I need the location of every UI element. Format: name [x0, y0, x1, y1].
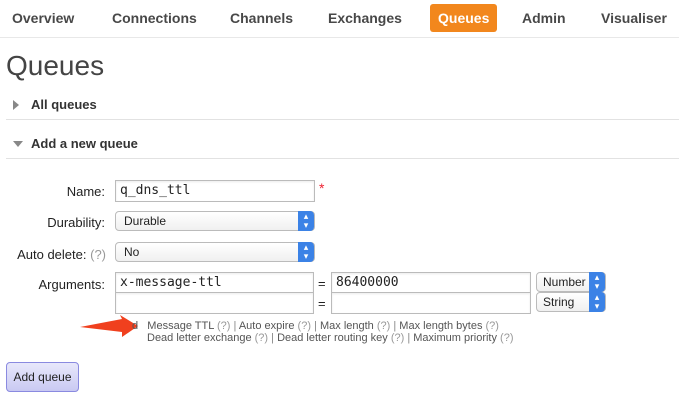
- section-add-queue[interactable]: Add a new queue: [6, 129, 679, 159]
- tab-queues[interactable]: Queues: [430, 4, 498, 32]
- top-navigation: Overview Connections Channels Exchanges …: [0, 0, 679, 38]
- hint-auto-expire[interactable]: Auto expire: [239, 320, 295, 332]
- hint-dead-letter-exchange[interactable]: Dead letter exchange: [147, 332, 252, 344]
- help-icon[interactable]: (?): [391, 332, 404, 344]
- tab-channels[interactable]: Channels: [230, 4, 293, 32]
- argument-value-input[interactable]: 86400000: [331, 272, 531, 294]
- name-label: Name:: [66, 184, 105, 199]
- argument-type-value: Number: [543, 275, 586, 289]
- select-arrows-icon: ▴ ▾: [589, 272, 605, 292]
- hint-message-ttl[interactable]: Message TTL: [147, 320, 214, 332]
- argument-type-value: String: [543, 295, 575, 309]
- arguments-label: Arguments:: [38, 277, 105, 292]
- durability-select[interactable]: Durable ▴ ▾: [115, 211, 315, 231]
- section-title: All queues: [31, 97, 97, 112]
- argument-hints-line-1: d Message TTL (?) | Auto expire (?) | Ma…: [132, 320, 499, 332]
- add-queue-button[interactable]: Add queue: [6, 362, 79, 392]
- hint-max-length-bytes[interactable]: Max length bytes: [399, 320, 482, 332]
- auto-delete-select[interactable]: No ▴ ▾: [115, 242, 315, 262]
- help-icon[interactable]: (?): [255, 332, 268, 344]
- annotation-arrow-icon: [80, 315, 138, 337]
- hint-maximum-priority[interactable]: Maximum priority: [413, 332, 497, 344]
- tab-visualiser[interactable]: Visualiser: [601, 4, 667, 32]
- durability-label: Durability:: [47, 215, 105, 230]
- tab-admin[interactable]: Admin: [522, 4, 566, 32]
- help-icon[interactable]: (?): [90, 247, 106, 262]
- argument-key-input[interactable]: x-message-ttl: [115, 272, 314, 294]
- required-marker: *: [319, 180, 325, 196]
- select-arrows-icon: ▴ ▾: [298, 211, 314, 231]
- auto-delete-label: Auto delete: (?): [17, 247, 106, 262]
- argument-hints-line-2: Dead letter exchange (?) | Dead letter r…: [147, 332, 514, 344]
- auto-delete-value: No: [124, 245, 140, 259]
- help-icon[interactable]: (?): [298, 320, 311, 332]
- page-title: Queues: [6, 50, 105, 81]
- durability-value: Durable: [124, 214, 167, 228]
- equals-sign: =: [318, 296, 326, 311]
- expand-arrow-icon: [13, 100, 19, 110]
- hint-dead-letter-routing-key[interactable]: Dead letter routing key: [277, 332, 388, 344]
- tab-exchanges[interactable]: Exchanges: [328, 4, 402, 32]
- section-title: Add a new queue: [31, 136, 138, 151]
- help-icon[interactable]: (?): [377, 320, 390, 332]
- argument-type-select[interactable]: String ▴ ▾: [536, 292, 606, 312]
- argument-type-select[interactable]: Number ▴ ▾: [536, 272, 606, 292]
- equals-sign: =: [318, 276, 326, 291]
- help-icon[interactable]: (?): [486, 320, 499, 332]
- argument-value-input[interactable]: [331, 292, 531, 314]
- collapse-arrow-icon: [13, 141, 23, 147]
- tab-overview[interactable]: Overview: [12, 4, 74, 32]
- select-arrows-icon: ▴ ▾: [298, 242, 314, 262]
- select-arrows-icon: ▴ ▾: [589, 292, 605, 312]
- section-all-queues[interactable]: All queues: [6, 90, 679, 120]
- help-icon[interactable]: (?): [500, 332, 513, 344]
- argument-key-input[interactable]: [115, 292, 314, 314]
- hint-max-length[interactable]: Max length: [320, 320, 374, 332]
- help-icon[interactable]: (?): [217, 320, 230, 332]
- tab-connections[interactable]: Connections: [112, 4, 197, 32]
- hint-prefix: d: [132, 320, 139, 332]
- name-input[interactable]: q_dns_ttl: [115, 180, 315, 202]
